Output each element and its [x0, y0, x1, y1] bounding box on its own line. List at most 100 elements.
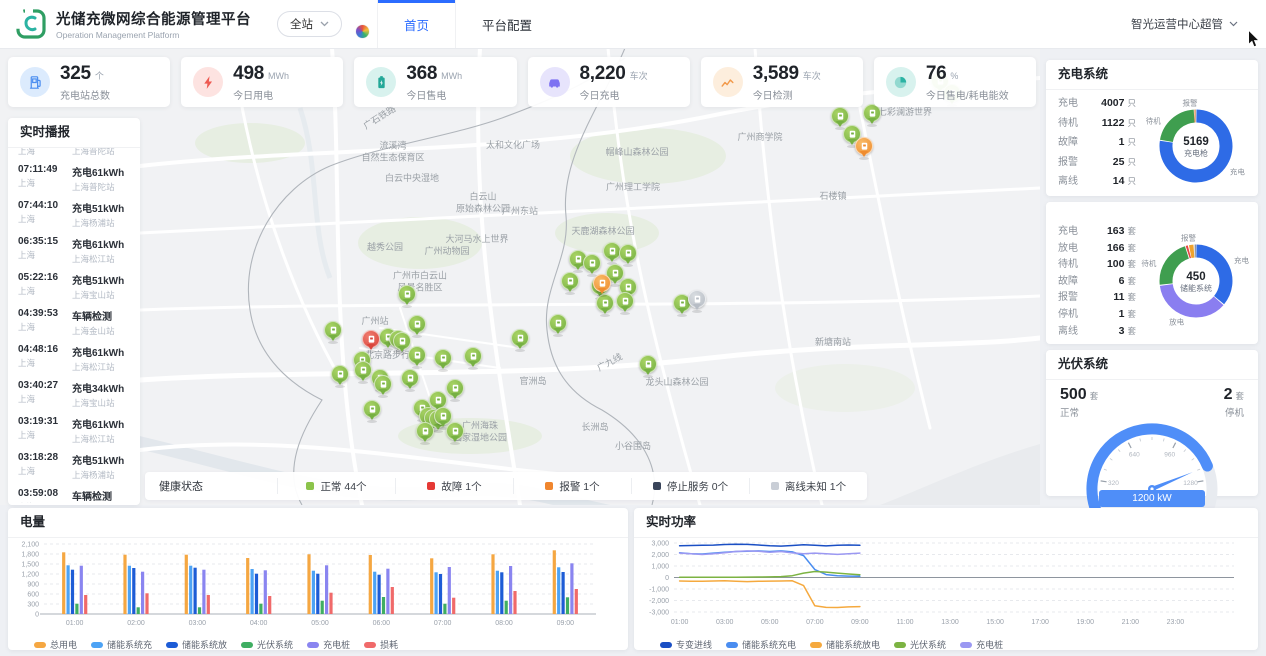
stat-row: 离线3套 [1058, 322, 1136, 339]
broadcast-item: 03:59:08上海车辆检测上海静安站 [8, 481, 140, 503]
map-marker-normal[interactable] [619, 244, 637, 262]
broadcast-item: 上海上海普陀站 [8, 148, 140, 157]
broadcast-time-col: 05:22:16上海 [18, 272, 72, 301]
stat-row: 充电4007只 [1058, 94, 1136, 114]
pv-stopped-value: 2 [1224, 386, 1233, 403]
stat-label: 停机 [1058, 305, 1078, 320]
kpi-value-row: 498MWh [233, 63, 289, 85]
tab-home[interactable]: 首页 [377, 0, 456, 48]
broadcast-event: 充电34kWh [72, 380, 124, 395]
map-marker-normal[interactable] [616, 292, 634, 310]
stat-label: 离线 [1058, 172, 1078, 187]
legend-item[interactable]: 损耗 [364, 638, 398, 651]
broadcast-time-col: 07:11:49上海 [18, 164, 72, 193]
broadcast-event-col: 充电61kWh 上海松江站 [72, 344, 124, 373]
legend-item[interactable]: 储能系统放 [166, 638, 227, 651]
broadcast-event-col: 车辆检测上海静安站 [72, 488, 115, 503]
map-marker-normal[interactable] [561, 272, 579, 290]
svg-text:待机: 待机 [1141, 258, 1156, 268]
svg-text:08:00: 08:00 [495, 620, 513, 627]
broadcast-event-col: 上海普陀站 [72, 148, 115, 157]
svg-text:09:00: 09:00 [851, 619, 869, 626]
map-marker-fault[interactable] [362, 330, 380, 348]
broadcast-station: 上海宝山站 [72, 289, 124, 301]
map-marker-normal[interactable] [393, 332, 411, 350]
map-marker-alarm[interactable] [855, 137, 873, 155]
map-marker-normal[interactable] [354, 361, 372, 379]
svg-text:1,200: 1,200 [21, 572, 39, 579]
broadcast-station: 上海松江站 [72, 361, 124, 373]
legend-item[interactable]: 储能系统充 [91, 638, 152, 651]
map-canvas[interactable]: 广石铁路流溪湾 自然生态保育区白云中央湿地太和文化广场白云山 原始森林公园大河马… [0, 48, 1040, 505]
map-marker-normal[interactable] [549, 314, 567, 332]
storage-system-stats: 充电163套放电166套待机100套故障6套报警11套停机1套离线3套 [1058, 222, 1136, 338]
map-marker-normal[interactable] [416, 422, 434, 440]
svg-text:19:00: 19:00 [1077, 619, 1095, 626]
charging-donut-chart: 5169充电枪待机报警充电 [1136, 94, 1258, 196]
map-marker-alarm[interactable] [593, 274, 611, 292]
svg-text:01:00: 01:00 [671, 619, 689, 626]
map-marker-normal[interactable] [363, 400, 381, 418]
trend-icon [713, 67, 743, 97]
broadcast-event: 充电61kWh [72, 344, 124, 359]
legend-item[interactable]: 储能系统充电 [726, 638, 796, 651]
map-marker-normal[interactable] [324, 321, 342, 339]
legend-item[interactable]: 充电桩 [307, 638, 350, 651]
map-marker-normal[interactable] [408, 346, 426, 364]
legend-swatch [91, 642, 103, 648]
map-marker-normal[interactable] [831, 107, 849, 125]
pv-stopped-unit: 套 [1235, 391, 1244, 401]
map-marker-normal[interactable] [446, 379, 464, 397]
svg-text:-2,000: -2,000 [649, 598, 669, 605]
map-marker-normal[interactable] [401, 369, 419, 387]
map-marker-normal[interactable] [331, 365, 349, 383]
map-marker-normal[interactable] [464, 347, 482, 365]
broadcast-time: 03:59:08 [18, 488, 72, 499]
legend-swatch [241, 642, 253, 648]
svg-text:03:00: 03:00 [716, 619, 734, 626]
stat-label: 故障 [1058, 272, 1078, 287]
svg-text:1,000: 1,000 [651, 564, 669, 571]
app-subtitle: Operation Management Platform [56, 30, 251, 40]
legend-item[interactable]: 光伏系统 [241, 638, 293, 651]
health-status-bar: 健康状态 正常 44个故障 1个报警 1个停止服务 0个离线未知 1个 [145, 472, 867, 500]
map-marker-normal[interactable] [374, 375, 392, 393]
kpi-value-row: 3,589车次 [753, 63, 821, 85]
stat-label: 放电 [1058, 239, 1078, 254]
pie-icon [886, 67, 916, 97]
map-marker-normal[interactable] [434, 349, 452, 367]
kpi-value-row: 76% [926, 63, 1009, 85]
svg-text:3,000: 3,000 [651, 541, 669, 548]
legend-item[interactable]: 总用电 [34, 638, 77, 651]
legend-item[interactable]: 充电桩 [960, 638, 1003, 651]
broadcast-city: 上海 [18, 249, 72, 261]
map-marker-normal[interactable] [398, 285, 416, 303]
broadcast-time-col: 03:19:31上海 [18, 416, 72, 445]
main-tabs: 首页平台配置 [377, 0, 558, 48]
broadcast-city: 上海 [18, 393, 72, 405]
stat-label: 充电 [1058, 222, 1078, 237]
broadcast-title: 实时播报 [8, 118, 140, 148]
legend-item[interactable]: 储能系统放电 [810, 638, 880, 651]
legend-item[interactable]: 光伏系统 [894, 638, 946, 651]
map-marker-normal[interactable] [434, 407, 452, 425]
broadcast-city: 上海 [18, 285, 72, 297]
legend-label: 专变进线 [676, 638, 712, 651]
broadcast-event: 车辆检测 [72, 488, 115, 503]
map-marker-normal[interactable] [583, 254, 601, 272]
svg-text:640: 640 [1129, 451, 1140, 458]
svg-text:2,000: 2,000 [651, 552, 669, 559]
map-marker-normal[interactable] [446, 422, 464, 440]
svg-text:09:00: 09:00 [557, 620, 575, 627]
tab-config[interactable]: 平台配置 [456, 0, 558, 48]
user-menu[interactable]: 智光运营中心超管 [1131, 16, 1238, 32]
map-marker-normal[interactable] [511, 329, 529, 347]
health-label: 停止服务 0个 [667, 479, 728, 494]
map-marker-offline[interactable] [688, 290, 706, 308]
map-marker-normal[interactable] [639, 355, 657, 373]
map-marker-normal[interactable] [408, 315, 426, 333]
svg-text:07:00: 07:00 [434, 620, 452, 627]
broadcast-event-col: 充电34kWh上海宝山站 [72, 380, 124, 409]
site-selector[interactable]: 全站 [277, 11, 342, 37]
legend-item[interactable]: 专变进线 [660, 638, 712, 651]
